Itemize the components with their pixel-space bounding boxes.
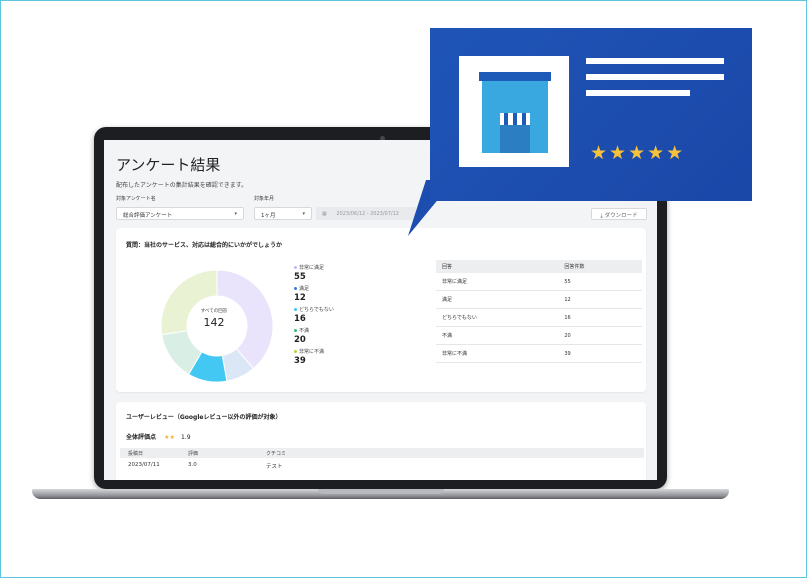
column-header-date: 投稿日 [128,451,144,457]
count-cell: 12 [558,290,642,309]
legend-value: 12 [294,293,306,303]
laptop-notch [318,489,444,494]
column-header-comment: クチコミ [266,451,287,457]
answer-cell: 非常に満足 [436,273,559,291]
count-cell: 39 [558,344,642,363]
store-icon [479,72,551,153]
survey-select-value: 総合評価アンケート [123,213,173,219]
donut-center-label: すべての回答 [200,309,228,314]
overall-rating: 全体評価点 ★★ 1.9 [126,432,191,441]
review-rating: 3.0 [188,462,197,468]
legend-label: 満足 [299,286,310,292]
table-row: 非常に不満 39 [436,344,642,363]
legend-dot [294,329,297,332]
chevron-down-icon: ▾ [302,211,305,217]
legend-dot [294,287,297,290]
download-icon: ⤓ [600,213,603,219]
page-title: アンケート結果 [116,156,221,174]
legend-item: 非常に満足 55 [294,264,324,282]
review-date: 2023/07/11 [128,462,160,468]
column-header-answer: 回答 [436,260,559,273]
legend-dot [294,266,297,269]
overall-score: 1.9 [180,434,191,441]
download-label: ダウンロード [604,213,638,219]
text-lines-icon [586,58,724,96]
legend-dot [294,308,297,311]
legend-label: 非常に不満 [299,349,325,355]
answer-cell: 不満 [436,326,559,345]
count-cell: 20 [558,326,642,345]
answers-table: 回答 回答件数 非常に満足 55 満足 12 どちらでもない 16 不満 20 非常に不… [436,260,642,363]
period-select[interactable]: 1ヶ月 ▾ [254,207,312,220]
legend-label: どちらでもない [299,307,334,313]
review-table-header: 投稿日 評価 クチコミ [120,448,644,458]
period-field-label: 対象年月 [254,196,275,202]
legend-item: 満足 12 [294,285,309,303]
legend-label: 不満 [299,328,310,334]
review-comment: テスト [266,464,283,470]
donut-center-value: 142 [203,316,225,329]
rating-stars: ★★★★★ [590,142,686,164]
question-card: 質問：当社のサービス、対応は総合的にいかがでしょうか すべての回答 142 非常… [116,228,646,392]
legend-dot [294,350,297,353]
answer-cell: どちらでもない [436,308,559,327]
download-button[interactable]: ⤓ ダウンロード [591,208,647,220]
date-range-input[interactable]: ▦ 2023/06/12 - 2023/07/12 [316,207,416,220]
table-row: 不満 20 [436,326,642,345]
date-range-value: 2023/06/12 - 2023/07/12 [336,211,399,217]
legend-label: 非常に満足 [299,265,325,271]
question-text: 質問：当社のサービス、対応は総合的にいかがでしょうか [126,242,283,249]
legend-value: 20 [294,335,306,345]
column-header-count: 回答件数 [558,260,642,273]
table-header-row: 回答 回答件数 [436,260,642,273]
review-card: ユーザーレビュー（Googleレビュー以外の評価が対象） 全体評価点 ★★ 1.… [116,402,646,480]
legend-item: 非常に不満 39 [294,348,324,366]
page-description: 配布したアンケートの集計結果を確認できます。 [116,182,248,189]
table-row: 2023/07/11 3.0 テスト [120,460,644,470]
legend-value: 39 [294,356,306,366]
store-card [459,56,569,167]
legend-item: どちらでもない 16 [294,306,334,324]
count-cell: 16 [558,308,642,327]
answer-cell: 満足 [436,290,559,309]
legend-value: 16 [294,314,306,324]
table-row: 満足 12 [436,290,642,309]
column-header-rating: 評価 [188,451,199,457]
legend-value: 55 [294,272,306,282]
count-cell: 55 [558,273,642,291]
survey-select[interactable]: 総合評価アンケート ▾ [116,207,244,220]
overall-stars: ★★ [164,434,175,441]
chevron-down-icon: ▾ [234,211,237,217]
survey-field-label: 対象アンケート名 [116,196,156,202]
overall-label: 全体評価点 [126,434,157,441]
review-title: ユーザーレビュー（Googleレビュー以外の評価が対象） [126,414,282,421]
table-row: どちらでもない 16 [436,308,642,327]
answer-cell: 非常に不満 [436,344,559,363]
period-select-value: 1ヶ月 [261,213,276,219]
legend-item: 不満 20 [294,327,309,345]
table-row: 非常に満足 55 [436,273,642,291]
calendar-icon: ▦ [322,211,327,217]
